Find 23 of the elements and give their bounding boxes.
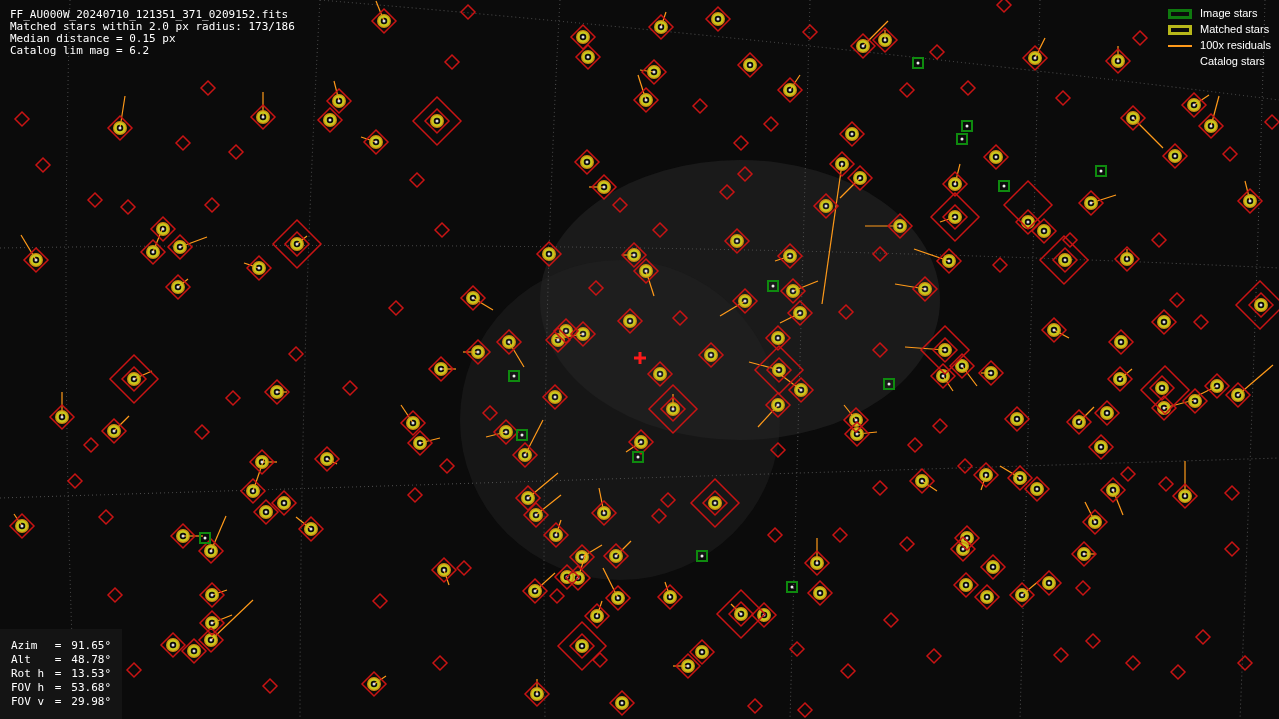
pointing-label: FOV h xyxy=(11,681,46,695)
pointing-value: 29.98° xyxy=(70,695,111,709)
pointing-label: Rot h xyxy=(11,667,46,681)
pointing-value: 48.78° xyxy=(70,653,111,667)
info-line: Matched stars within 2.0 px radius: 173/186 xyxy=(10,21,295,33)
pointing-value: 13.53° xyxy=(70,667,111,681)
legend-label: 100x residuals xyxy=(1200,38,1271,54)
pointing-value: 53.68° xyxy=(70,681,111,695)
equals-sign: = xyxy=(54,639,63,653)
pointing-label: Alt xyxy=(11,653,32,667)
equals-sign: = xyxy=(54,695,63,709)
equals-sign: = xyxy=(54,653,63,667)
info-line: Median distance = 0.15 px xyxy=(10,33,177,45)
pointing-value: 91.65° xyxy=(70,639,111,653)
legend-label: Image stars xyxy=(1200,6,1258,22)
pointing-label: Azim xyxy=(11,639,39,653)
legend-label: Matched stars xyxy=(1200,22,1270,38)
info-line: FF_AU000W_20240710_121351_371_0209152.fits xyxy=(10,9,290,21)
pointing-label: FOV v xyxy=(11,695,46,709)
equals-sign: = xyxy=(54,681,63,695)
legend-label: Catalog stars xyxy=(1200,54,1265,70)
info-line: Catalog lim mag = 6.2 xyxy=(10,45,151,57)
equals-sign: = xyxy=(54,667,63,681)
